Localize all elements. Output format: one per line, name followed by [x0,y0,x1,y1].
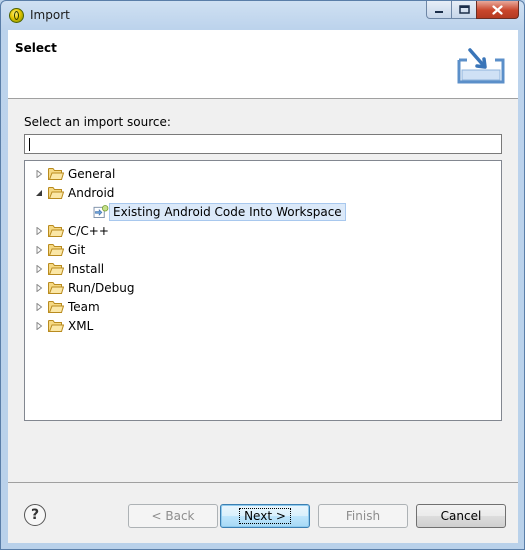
tree-item[interactable]: Install [25,259,104,278]
tree-twisty[interactable] [34,321,44,331]
collapsed-arrow-icon [36,226,43,235]
close-icon [492,4,503,15]
wizard-footer: ? < Back Next > Finish Cancel [8,482,518,543]
import-dialog: Import Select Select an import source: G… [0,0,525,550]
android-project-icon [93,205,109,218]
tree-twisty[interactable] [34,283,44,293]
collapsed-arrow-icon [36,264,43,273]
folder-icon [48,263,64,275]
text-caret [29,138,30,151]
finish-button-label: Finish [345,509,381,523]
back-button[interactable]: < Back [128,504,218,528]
folder-icon [48,244,64,256]
import-wizard-icon [457,48,505,84]
folder-icon [48,225,64,237]
tree-twisty[interactable] [34,264,44,274]
minimize-button[interactable] [426,1,452,19]
folder-icon [48,320,64,332]
cancel-button[interactable]: Cancel [416,504,506,528]
tree-item[interactable]: Team [25,297,100,316]
tree-twisty[interactable] [34,302,44,312]
tree-item[interactable]: Run/Debug [25,278,135,297]
folder-icon [48,168,64,180]
next-button-label: Next > [239,508,291,524]
tree-item-label: XML [68,318,94,333]
caption-buttons [426,1,519,21]
tree-item-label: General [68,166,116,181]
wizard-body: Select an import source: General Android E… [8,99,518,482]
tree-item-label: Existing Android Code Into Workspace [109,202,346,221]
folder-icon [48,301,64,313]
window-bottom-border [8,542,518,549]
tree-item-label: Run/Debug [68,280,135,295]
tree-item-label: C/C++ [68,223,109,238]
import-source-label: Select an import source: [24,115,171,129]
page-title: Select [15,41,57,55]
wizard-banner: Select [8,30,518,99]
tree-item[interactable]: C/C++ [25,221,109,240]
title-bar[interactable]: Import [1,1,524,30]
finish-button[interactable]: Finish [318,504,408,528]
collapsed-arrow-icon [36,302,43,311]
tree-item-label: Team [68,299,100,314]
tree-item-label: Git [68,242,86,257]
tree-item[interactable]: XML [25,316,93,335]
tree-item[interactable]: Android [25,183,114,202]
expanded-arrow-icon [36,189,42,196]
tree-twisty[interactable] [34,169,44,179]
collapsed-arrow-icon [36,321,43,330]
filter-input[interactable] [24,134,502,154]
back-button-label: < Back [151,509,195,523]
window-title: Import [30,8,70,22]
maximize-icon [458,5,470,14]
tree-item[interactable]: Existing Android Code Into Workspace [41,202,346,221]
tree-item-label: Install [68,261,105,276]
tree-twisty[interactable] [34,245,44,255]
import-source-tree[interactable]: General Android Existing Android Code Into… [24,160,502,421]
help-icon[interactable]: ? [24,504,46,526]
tree-twisty[interactable] [34,188,44,198]
tree-item-label: Android [68,185,115,200]
tree-item[interactable]: General [25,164,115,183]
collapsed-arrow-icon [36,283,43,292]
minimize-icon [435,10,443,13]
maximize-button[interactable] [451,1,477,19]
tree-twisty[interactable] [34,226,44,236]
collapsed-arrow-icon [36,245,43,254]
close-button[interactable] [476,1,519,19]
eclipse-app-icon [9,8,24,23]
folder-icon [48,187,64,199]
folder-icon [48,282,64,294]
next-button[interactable]: Next > [220,504,310,528]
tree-item[interactable]: Git [25,240,85,259]
collapsed-arrow-icon [36,169,43,178]
cancel-button-label: Cancel [440,509,482,523]
